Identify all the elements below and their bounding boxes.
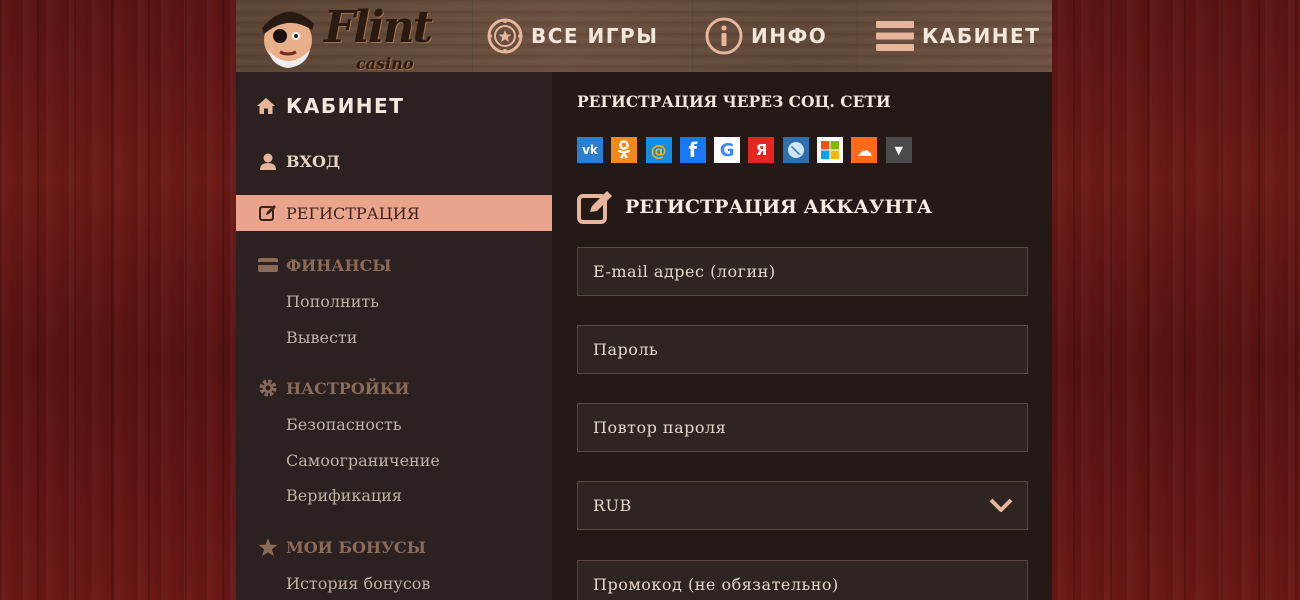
menu-icon (876, 20, 914, 52)
nav-divider (472, 0, 473, 72)
user-icon (258, 152, 278, 170)
page-container: Flint casino ВСЕ ИГРЫ ИНФО КАБИНЕТ КАБИН… (236, 0, 1052, 600)
sidebar-item-label: Вывести (286, 327, 358, 347)
soundcloud-login-button[interactable]: ☁ (851, 137, 878, 163)
odnoklassniki-login-button[interactable] (611, 137, 638, 163)
wallet-icon (258, 257, 278, 273)
sidebar-title: КАБИНЕТ (256, 94, 404, 118)
yandex-icon: Я (755, 141, 768, 159)
sidebar-item-self-limit[interactable]: Самоограничение (236, 449, 552, 471)
sidebar-item-login[interactable]: ВХОД (236, 150, 552, 172)
password-repeat-field[interactable]: Повтор пароля (577, 403, 1028, 452)
gear-icon (258, 378, 278, 398)
social-registration-title: РЕГИСТРАЦИЯ ЧЕРЕЗ СОЦ. СЕТИ (577, 92, 891, 111)
email-field-placeholder: E-mail адрес (логин) (593, 262, 776, 281)
logo-text: Flint (324, 2, 433, 53)
nav-info[interactable]: ИНФО (705, 0, 827, 72)
currency-select-value: RUB (593, 496, 632, 515)
account-registration-title: РЕГИСТРАЦИЯ АККАУНТА (577, 190, 932, 224)
chevron-down-icon (989, 498, 1013, 512)
flint-casino-logo[interactable]: Flint casino (254, 0, 474, 72)
promo-code-placeholder: Промокод (не обязательно) (593, 575, 839, 594)
home-icon (256, 97, 276, 115)
sidebar-section-label: ФИНАНСЫ (286, 255, 392, 275)
google-login-button[interactable]: G (714, 137, 741, 163)
info-icon (705, 17, 743, 55)
nav-info-label: ИНФО (751, 24, 828, 48)
sidebar-item-label: Безопасность (286, 414, 402, 434)
account-registration-label: РЕГИСТРАЦИЯ АККАУНТА (625, 196, 933, 218)
chevron-down-icon: ▼ (894, 143, 903, 157)
sidebar-section-label: МОИ БОНУСЫ (286, 537, 427, 557)
password-field-placeholder: Пароль (593, 340, 659, 359)
currency-select[interactable]: RUB (577, 481, 1028, 530)
sidebar-item-label: ВХОД (286, 151, 341, 171)
google-icon: G (719, 139, 735, 161)
sidebar-title-label: КАБИНЕТ (286, 94, 405, 118)
sidebar-section-finance[interactable]: ФИНАНСЫ (236, 254, 552, 276)
odnoklassniki-icon (618, 140, 631, 159)
sidebar-item-label: Верификация (286, 485, 402, 505)
vk-icon: vk (582, 143, 598, 157)
more-social-button[interactable]: ▼ (885, 137, 912, 163)
nav-all-games-label: ВСЕ ИГРЫ (531, 24, 659, 48)
pirate-mascot-icon (262, 11, 314, 68)
logo-subtext: casino (356, 54, 414, 73)
edit-icon (577, 190, 613, 224)
social-buttons: vk @ f G Я ☁ ▼ (577, 137, 912, 163)
facebook-login-button[interactable]: f (679, 137, 706, 163)
sidebar-item-verification[interactable]: Верификация (236, 484, 552, 506)
sidebar-item-label: История бонусов (286, 573, 431, 593)
sidebar-section-settings[interactable]: НАСТРОЙКИ (236, 377, 552, 399)
nav-cabinet[interactable]: КАБИНЕТ (876, 0, 1040, 72)
yandex-login-button[interactable]: Я (748, 137, 775, 163)
microsoft-login-button[interactable] (817, 137, 844, 163)
nav-divider (857, 0, 858, 72)
sidebar-item-label: Самоограничение (286, 450, 440, 470)
edit-icon (258, 204, 278, 222)
sidebar-section-bonuses[interactable]: МОИ БОНУСЫ (236, 536, 552, 558)
password-field[interactable]: Пароль (577, 325, 1028, 374)
cabinet-sidebar: КАБИНЕТ ВХОД РЕГИСТРАЦИЯ ФИНАНСЫ Пополни… (236, 72, 552, 600)
nav-all-games[interactable]: ВСЕ ИГРЫ (487, 0, 658, 72)
sidebar-item-withdraw[interactable]: Вывести (236, 326, 552, 348)
mailru-icon: @ (650, 140, 667, 160)
chip-icon (487, 18, 523, 54)
sidebar-section-label: НАСТРОЙКИ (286, 378, 410, 398)
password-repeat-placeholder: Повтор пароля (593, 418, 727, 437)
sidebar-item-bonus-history[interactable]: История бонусов (236, 572, 552, 594)
vk-login-button[interactable]: vk (577, 137, 603, 163)
registration-panel: РЕГИСТРАЦИЯ ЧЕРЕЗ СОЦ. СЕТИ vk @ f G Я ☁… (552, 72, 1052, 600)
mailru-login-button[interactable]: @ (645, 137, 672, 163)
star-icon (258, 537, 278, 557)
sidebar-item-security[interactable]: Безопасность (236, 413, 552, 435)
top-header: Flint casino ВСЕ ИГРЫ ИНФО КАБИНЕТ (236, 0, 1052, 72)
sidebar-item-label: РЕГИСТРАЦИЯ (286, 203, 420, 223)
livejournal-icon (787, 142, 804, 158)
livejournal-login-button[interactable] (782, 137, 809, 163)
promo-code-field[interactable]: Промокод (не обязательно) (577, 560, 1028, 600)
email-field[interactable]: E-mail адрес (логин) (577, 247, 1028, 296)
nav-divider (692, 0, 693, 72)
soundcloud-icon: ☁ (856, 140, 873, 160)
facebook-icon: f (688, 138, 698, 162)
sidebar-item-deposit[interactable]: Пополнить (236, 290, 552, 312)
nav-cabinet-label: КАБИНЕТ (922, 24, 1041, 48)
sidebar-item-label: Пополнить (286, 291, 379, 311)
sidebar-item-registration[interactable]: РЕГИСТРАЦИЯ (236, 195, 552, 231)
microsoft-icon (821, 141, 840, 159)
